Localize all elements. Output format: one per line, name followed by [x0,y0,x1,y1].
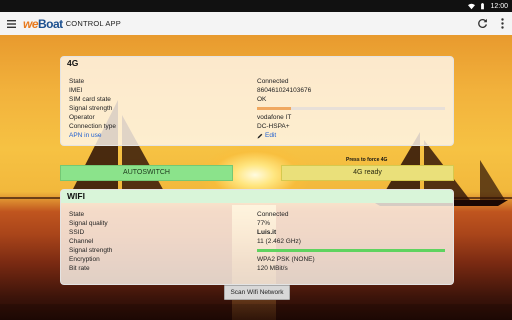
more-options-button[interactable] [492,12,512,35]
cellular-row-operator: Operator vodafone IT [69,114,292,121]
cellular-row-sim-state: SIM card state OK [69,96,267,103]
force-4g-button[interactable]: 4G ready [281,165,454,181]
wifi-row-state: State Connected [69,211,289,218]
wifi-row-ssid: SSID Luis.it [69,229,277,236]
pencil-icon [257,133,263,138]
wifi-panel: WIFI State Connected Signal quality 77% … [60,189,454,285]
wifi-row-signal-quality: Signal quality 77% [69,220,271,227]
cellular-title: 4G [67,58,79,68]
edit-label: Edit [265,132,277,139]
more-vert-icon [500,18,504,29]
apn-label: APN in use [69,132,102,139]
cellular-row-signal-strength: Signal strength [69,104,449,113]
wifi-title: WIFI [61,190,453,203]
system-nav-bar [0,304,512,320]
cellular-signal-fill [257,107,291,110]
refresh-icon [477,18,487,28]
battery-icon [481,2,485,9]
menu-button[interactable] [0,12,22,35]
wifi-row-bit-rate: Bit rate 120 MBit/s [69,265,288,272]
scan-wifi-button[interactable]: Scan Wifi Network [224,285,290,300]
cellular-row-apn: APN in use Edit [69,131,449,140]
app-title: CONTROL APP [65,19,121,28]
hamburger-icon [6,19,16,28]
wifi-row-signal-strength: Signal strength [69,246,449,255]
wifi-signal-bar [257,249,445,252]
cellular-panel: 4G State Connected IMEI 860461024103676 … [60,56,454,146]
apn-edit-button[interactable]: Edit [257,131,276,140]
force-4g-hint: Press to force 4G [346,157,388,163]
cellular-row-connection-type: Connection type DC-HSPA+ [69,123,290,130]
refresh-button[interactable] [472,12,492,35]
cellular-signal-bar [257,107,445,110]
status-time: 12:00 [490,2,508,10]
app-logo: weBoat [23,16,63,31]
app-bar: weBoat CONTROL APP [0,12,512,35]
wifi-row-channel: Channel 11 (2.462 GHz) [69,238,301,245]
status-bar: 12:00 [0,0,512,12]
autoswitch-button[interactable]: AUTOSWITCH [60,165,233,181]
wifi-row-encryption: Encryption WPA2 PSK (NONE) [69,256,315,263]
wifi-signal-fill [257,249,445,252]
cellular-row-state: State Connected [69,78,289,85]
wifi-icon [468,3,476,9]
cellular-row-imei: IMEI 860461024103676 [69,87,312,94]
